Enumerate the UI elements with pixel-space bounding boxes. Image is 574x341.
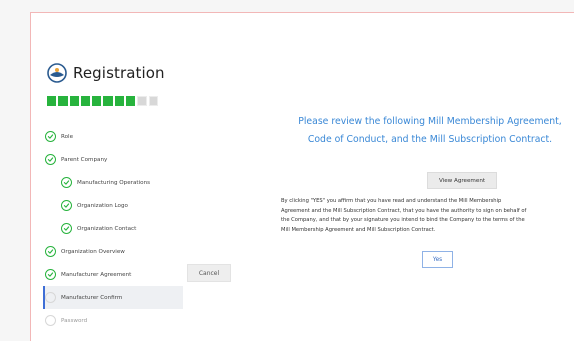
step-item[interactable]: Organization Contact [45,217,183,240]
step-item[interactable]: Manufacturer Confirm [43,286,183,309]
consent-text: By clicking "YES" you affirm that you ha… [281,197,574,235]
registration-card: Registration Role Parent Company Manufactu… [30,12,574,341]
step-label: Organization Contact [77,225,137,232]
step-item[interactable]: Manufacturing Operations [45,171,183,194]
step-label: Manufacturer Confirm [61,294,123,301]
progress-segment [47,96,57,106]
consent-line: Agreement and the Mill Subscription Cont… [281,207,527,214]
page-title: Registration [73,64,165,82]
step-item[interactable]: Organization Logo [45,194,183,217]
progress-segment [92,96,102,106]
consent-line: Mill Membership Agreement and Mill Subsc… [281,226,436,233]
progress-segment [114,96,125,106]
page-header: Registration [47,61,165,85]
check-circle-icon [45,269,56,280]
consent-line: the Company, and that by your signature … [281,217,525,224]
check-circle-icon [61,177,72,188]
check-circle-icon [45,246,56,257]
step-label: Parent Company [61,156,108,163]
agreement-heading-line: Please review the following Mill Members… [298,116,562,127]
step-item[interactable]: Role [45,125,183,148]
check-circle-icon [61,200,72,211]
progress-segment [80,96,91,106]
progress-segment [126,96,136,106]
progress-segment [137,96,147,106]
step-label: Role [61,133,74,140]
agreement-panel: Please review the following Mill Members… [267,113,574,268]
check-circle-icon [45,154,56,165]
progress-segment [69,96,79,106]
step-label: Organization Logo [77,202,128,209]
consent-line: By clicking "YES" you affirm that you ha… [281,198,502,204]
progress-segment [58,96,68,106]
step-label: Organization Overview [61,248,125,255]
view-agreement-button[interactable]: View Agreement [427,172,497,189]
agreement-heading: Please review the following Mill Members… [273,113,574,149]
registration-steps-list: Role Parent Company Manufacturing Operatio… [43,125,183,332]
cancel-button[interactable]: Cancel [187,264,231,282]
step-label: Manufacturing Operations [77,179,151,186]
registration-progress-bar [47,96,158,106]
step-item[interactable]: Manufacturer Agreement [45,263,183,286]
step-label: Password [61,317,88,324]
yes-button[interactable]: Yes [422,251,453,268]
check-circle-icon [61,223,72,234]
progress-segment [148,96,158,106]
step-item[interactable]: Organization Overview [45,240,183,263]
registration-logo-icon [47,63,67,83]
agreement-heading-line: Code of Conduct, and the Mill Subscripti… [307,134,553,145]
empty-circle-icon [45,315,56,326]
progress-segment [103,96,113,106]
step-item[interactable]: Parent Company [45,148,183,171]
step-label: Manufacturer Agreement [61,271,132,278]
step-item[interactable]: Password [45,309,183,332]
empty-circle-icon [45,292,56,303]
check-circle-icon [45,131,56,142]
